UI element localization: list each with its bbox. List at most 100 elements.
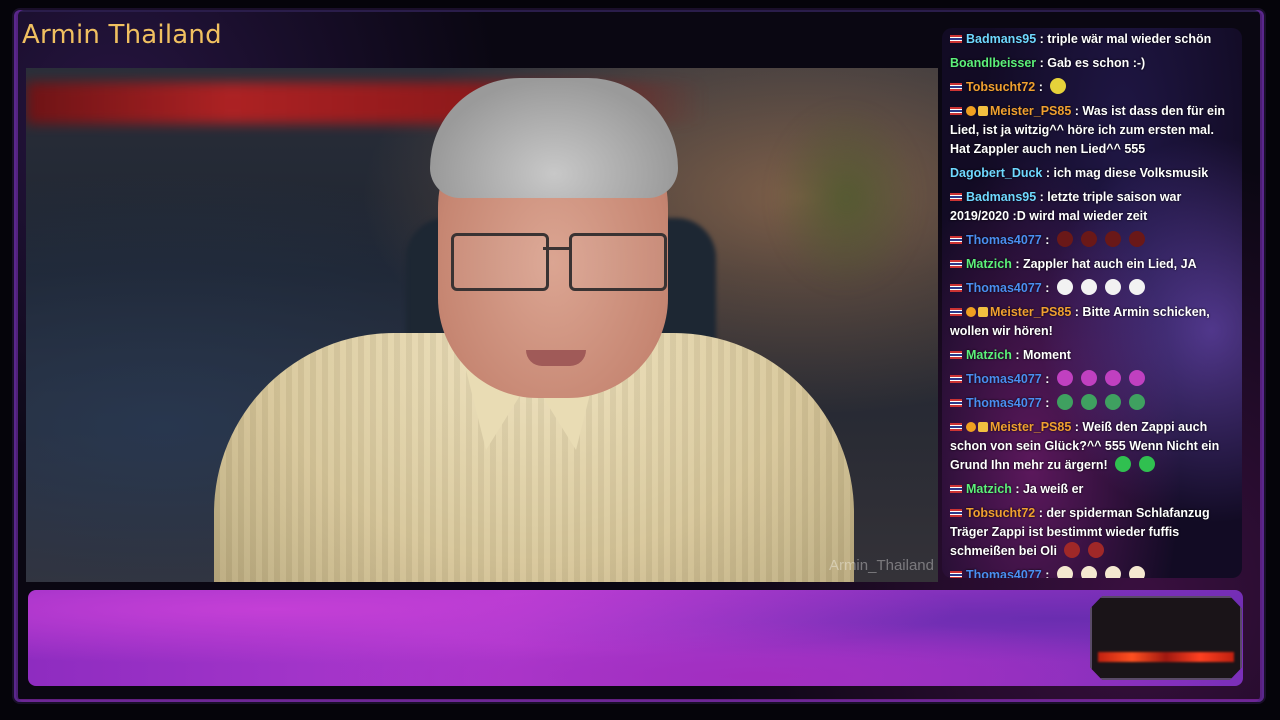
chat-message: Dagobert_Duck : ich mag diese Volksmusik bbox=[942, 162, 1242, 186]
chat-panel[interactable]: Badmans95 : triple wär mal wieder schön … bbox=[942, 28, 1242, 578]
chat-message: Thomas4077 : bbox=[942, 564, 1242, 578]
chat-username[interactable]: Thomas4077 bbox=[966, 396, 1042, 410]
pink-emote-icon bbox=[1056, 370, 1073, 386]
sub-badge-icon bbox=[978, 307, 988, 317]
chat-message: Badmans95 : letzte triple saison war 201… bbox=[942, 186, 1242, 229]
thai-flag-icon bbox=[950, 260, 962, 268]
chat-message: Thomas4077 : bbox=[942, 368, 1242, 392]
webcam-feed: Armin_Thailand bbox=[26, 68, 938, 582]
pink-emote-icon bbox=[1104, 370, 1121, 386]
chat-text: : Gab es schon :-) bbox=[1036, 56, 1146, 70]
thai-flag-icon bbox=[950, 236, 962, 244]
chat-username[interactable]: Badmans95 bbox=[966, 32, 1036, 46]
hand-emote-icon bbox=[1128, 566, 1145, 578]
thai-flag-icon bbox=[950, 375, 962, 383]
chat-username[interactable]: Meister_PS85 bbox=[990, 104, 1071, 118]
chat-text: : Ja weiß er bbox=[1011, 482, 1084, 496]
ghost-emote-icon bbox=[1056, 279, 1073, 295]
chat-message: Meister_PS85 : Weiß den Zappi auch schon… bbox=[942, 416, 1242, 478]
green-emote-icon bbox=[1115, 456, 1132, 472]
hand-emote-icon bbox=[1080, 566, 1097, 578]
chat-message: Thomas4077 : bbox=[942, 392, 1242, 416]
chat-username[interactable]: Meister_PS85 bbox=[990, 305, 1071, 319]
glasses-lens-right bbox=[569, 233, 667, 291]
chat-username[interactable]: Thomas4077 bbox=[966, 568, 1042, 578]
chat-message: Tobsucht72 : bbox=[942, 76, 1242, 100]
sub-badge-icon bbox=[978, 106, 988, 116]
watermark: Armin_Thailand bbox=[828, 557, 934, 574]
thai-flag-icon bbox=[950, 83, 962, 91]
mini-camera bbox=[1090, 596, 1242, 680]
laugh-emote-icon bbox=[1050, 78, 1067, 94]
green-emote-icon bbox=[1139, 456, 1156, 472]
chat-message: Matzich : Moment bbox=[942, 344, 1242, 368]
thai-flag-icon bbox=[950, 284, 962, 292]
red-emote-icon bbox=[1104, 231, 1121, 247]
glasses-bridge bbox=[543, 247, 569, 250]
chat-username[interactable]: Badmans95 bbox=[966, 190, 1036, 204]
person-hair bbox=[430, 78, 678, 198]
chat-message: Thomas4077 : bbox=[942, 229, 1242, 253]
chat-username[interactable]: Tobsucht72 bbox=[966, 506, 1035, 520]
chat-text: : Zappler hat auch ein Lied, JA bbox=[1011, 257, 1197, 271]
badge-emote-icon bbox=[1064, 542, 1081, 558]
thai-flag-icon bbox=[950, 193, 962, 201]
thai-flag-icon bbox=[950, 423, 962, 431]
glasses-lens-left bbox=[451, 233, 549, 291]
pepe-emote-icon bbox=[1128, 394, 1145, 410]
pepe-emote-icon bbox=[1056, 394, 1073, 410]
pepe-emote-icon bbox=[1080, 394, 1097, 410]
stream-title: Armin Thailand bbox=[22, 20, 222, 50]
chat-text: : bbox=[1041, 372, 1053, 386]
chat-username[interactable]: Matzich bbox=[966, 348, 1012, 362]
person-mouth bbox=[526, 350, 586, 366]
thai-flag-icon bbox=[950, 308, 962, 316]
chat-text: : bbox=[1041, 396, 1053, 410]
ghost-emote-icon bbox=[1128, 279, 1145, 295]
red-emote-icon bbox=[1056, 231, 1073, 247]
chat-text: : Bitte Armin schicken, wollen wir hören… bbox=[950, 305, 1210, 338]
chat-username[interactable]: Tobsucht72 bbox=[966, 80, 1035, 94]
hand-emote-icon bbox=[1056, 566, 1073, 578]
thai-flag-icon bbox=[950, 351, 962, 359]
chat-username[interactable]: Dagobert_Duck bbox=[950, 166, 1042, 180]
chat-text: : ich mag diese Volksmusik bbox=[1042, 166, 1209, 180]
chat-username[interactable]: Meister_PS85 bbox=[990, 420, 1071, 434]
chat-text: : bbox=[1041, 281, 1053, 295]
pink-emote-icon bbox=[1128, 370, 1145, 386]
chat-username[interactable]: Thomas4077 bbox=[966, 233, 1042, 247]
thai-flag-icon bbox=[950, 35, 962, 43]
thai-flag-icon bbox=[950, 571, 962, 578]
glasses bbox=[451, 233, 667, 293]
chat-message: Thomas4077 : bbox=[942, 277, 1242, 301]
thai-flag-icon bbox=[950, 107, 962, 115]
hand-emote-icon bbox=[1104, 566, 1121, 578]
red-emote-icon bbox=[1128, 231, 1145, 247]
mod-badge-icon bbox=[966, 106, 976, 116]
chat-message: Badmans95 : triple wär mal wieder schön bbox=[942, 28, 1242, 52]
chat-username[interactable]: Matzich bbox=[966, 257, 1012, 271]
chat-message: Matzich : Ja weiß er bbox=[942, 478, 1242, 502]
background-plant bbox=[766, 98, 926, 298]
thai-flag-icon bbox=[950, 509, 962, 517]
sub-badge-icon bbox=[978, 422, 988, 432]
ghost-emote-icon bbox=[1104, 279, 1121, 295]
pepe-emote-icon bbox=[1104, 394, 1121, 410]
thai-flag-icon bbox=[950, 485, 962, 493]
chat-text: : bbox=[1035, 80, 1047, 94]
chat-text: : bbox=[1041, 568, 1053, 578]
chat-username[interactable]: Thomas4077 bbox=[966, 372, 1042, 386]
chat-message: Meister_PS85 : Was ist dass den für ein … bbox=[942, 100, 1242, 162]
chat-username[interactable]: Matzich bbox=[966, 482, 1012, 496]
chat-text: : bbox=[1041, 233, 1053, 247]
ghost-emote-icon bbox=[1080, 279, 1097, 295]
chat-message: Matzich : Zappler hat auch ein Lied, JA bbox=[942, 253, 1242, 277]
chat-message: Tobsucht72 : der spiderman Schlafanzug T… bbox=[942, 502, 1242, 564]
chat-message: Meister_PS85 : Bitte Armin schicken, wol… bbox=[942, 301, 1242, 344]
chat-message: Boandlbeisser : Gab es schon :-) bbox=[942, 52, 1242, 76]
chat-username[interactable]: Boandlbeisser bbox=[950, 56, 1036, 70]
mod-badge-icon bbox=[966, 307, 976, 317]
chat-username[interactable]: Thomas4077 bbox=[966, 281, 1042, 295]
chat-text: : triple wär mal wieder schön bbox=[1036, 32, 1212, 46]
mod-badge-icon bbox=[966, 422, 976, 432]
